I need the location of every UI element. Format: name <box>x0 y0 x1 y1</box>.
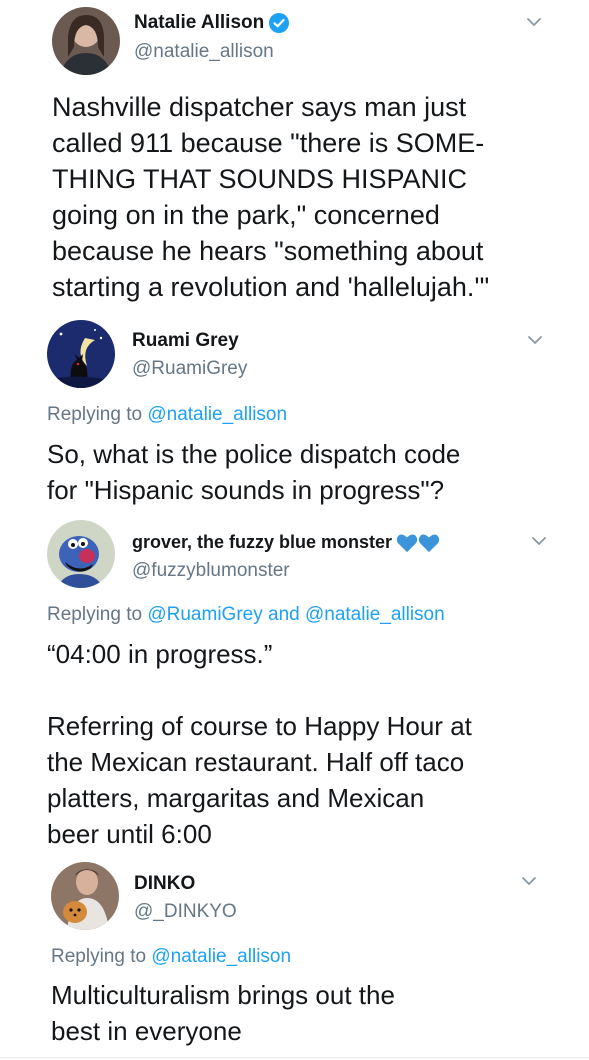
replying-to-label: Replying to <box>47 404 143 425</box>
tweet-text: So, what is the police dispatch code for… <box>47 439 461 505</box>
tweet-text: Multiculturalism brings out the best in … <box>51 980 395 1046</box>
tweet-text: “04:00 in progress.” Referring of course… <box>47 639 472 849</box>
display-name[interactable]: Natalie Allison <box>134 12 290 34</box>
user-handle[interactable]: @natalie_allison <box>134 41 274 63</box>
mention-link[interactable]: @natalie_allison <box>151 946 291 967</box>
mention-link[interactable]: @RuamiGrey <box>147 604 262 625</box>
replying-to-label: Replying to <box>47 604 143 625</box>
display-name-text: grover, the fuzzy blue monster <box>132 532 393 552</box>
display-name-text: DINKO <box>134 873 196 894</box>
mention-link[interactable]: @natalie_allison <box>147 404 287 425</box>
avatar[interactable] <box>47 320 115 388</box>
display-name[interactable]: grover, the fuzzy blue monster <box>132 532 440 553</box>
blue-heart-icon <box>418 533 440 552</box>
bottom-divider <box>0 1057 589 1058</box>
replying-to: Replying to @natalie_allison <box>51 946 291 968</box>
replying-to: Replying to @RuamiGrey and @natalie_alli… <box>47 604 445 626</box>
user-handle[interactable]: @RuamiGrey <box>132 358 247 380</box>
verified-badge-icon <box>269 13 290 33</box>
chevron-down-icon[interactable] <box>528 530 550 552</box>
chevron-down-icon[interactable] <box>523 11 545 33</box>
display-name-text: Natalie Allison <box>134 12 265 33</box>
chevron-down-icon[interactable] <box>518 870 540 892</box>
chevron-down-icon[interactable] <box>524 329 546 351</box>
replying-to-label: Replying to <box>51 946 147 967</box>
avatar[interactable] <box>47 520 115 588</box>
avatar[interactable] <box>52 7 120 75</box>
avatar[interactable] <box>51 862 119 930</box>
user-handle[interactable]: @fuzzyblumonster <box>132 560 290 582</box>
heart-emojis <box>396 533 440 553</box>
replying-to: Replying to @natalie_allison <box>47 404 287 426</box>
user-handle[interactable]: @_DINKYO <box>134 901 237 923</box>
display-name-text: Ruami Grey <box>132 330 239 351</box>
display-name[interactable]: Ruami Grey <box>132 330 239 352</box>
mention-and: and <box>268 604 300 625</box>
display-name[interactable]: DINKO <box>134 873 195 895</box>
tweet-text: Nashville dispatcher says man just calle… <box>52 92 490 302</box>
mention-link[interactable]: @natalie_allison <box>305 604 445 625</box>
blue-heart-icon <box>396 533 418 552</box>
